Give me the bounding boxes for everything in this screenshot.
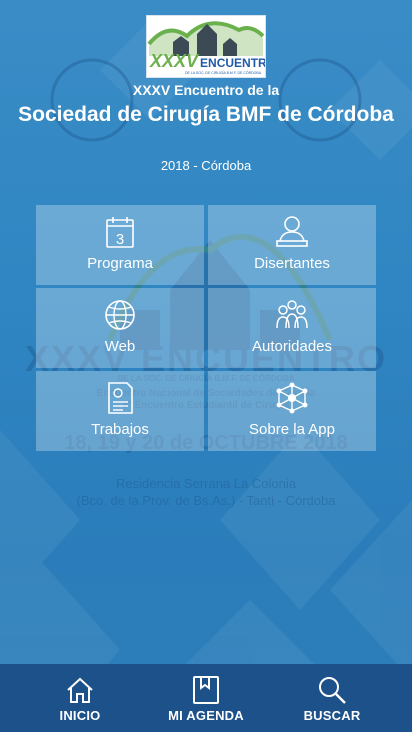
menu-web[interactable]: Web xyxy=(36,288,204,368)
nav-buscar-label: BUSCAR xyxy=(303,708,361,723)
app-screen: XXXV ENCUENTRO DE LA SOC. DE CIRUGÍA B.M… xyxy=(0,0,412,732)
menu-sobre-la-app-label: Sobre la App xyxy=(249,421,335,438)
document-certificate-icon xyxy=(108,382,133,414)
menu-trabajos-label: Trabajos xyxy=(91,421,149,438)
nav-inicio[interactable]: INICIO xyxy=(40,664,120,732)
bottom-navigation-bar: INICIO MI AGENDA BUSCAR xyxy=(0,664,412,732)
menu-disertantes-label: Disertantes xyxy=(254,255,330,272)
search-icon xyxy=(319,677,346,704)
menu-trabajos[interactable]: Trabajos xyxy=(36,371,204,451)
logo-word: ENCUENTRO xyxy=(200,56,266,70)
menu-programa[interactable]: 3 Programa xyxy=(36,205,204,285)
menu-disertantes[interactable]: Disertantes xyxy=(208,205,376,285)
people-group-icon xyxy=(276,300,308,329)
calendar-day-text: 3 xyxy=(116,231,124,248)
logo-tagline: DE LA SOC. DE CIRUGÍA B.M.F. DE CÓRDOBA xyxy=(185,71,262,75)
event-title-small: XXXV Encuentro de la xyxy=(132,82,280,98)
menu-programa-label: Programa xyxy=(87,255,153,272)
menu-autoridades[interactable]: Autoridades xyxy=(208,288,376,368)
network-icon xyxy=(276,382,308,414)
menu-autoridades-label: Autoridades xyxy=(251,338,333,355)
bookmark-book-icon xyxy=(193,676,219,704)
menu-grid: 3 Programa Disertantes Web Autoridades T… xyxy=(36,205,376,451)
calendar-icon: 3 xyxy=(106,217,134,248)
event-subtitle: 2018 - Córdoba xyxy=(160,158,252,173)
watermark-venue-1: Residencia Serrana La Colonia xyxy=(116,476,296,491)
nav-mi-agenda[interactable]: MI AGENDA xyxy=(156,664,256,732)
menu-sobre-la-app[interactable]: Sobre la App xyxy=(208,371,376,451)
nav-inicio-label: INICIO xyxy=(59,708,101,723)
event-logo: XXXV ENCUENTRO DE LA SOC. DE CIRUGÍA B.M… xyxy=(146,15,266,78)
speaker-icon xyxy=(276,216,308,247)
home-icon xyxy=(67,677,93,703)
nav-buscar[interactable]: BUSCAR xyxy=(292,664,372,732)
nav-mi-agenda-label: MI AGENDA xyxy=(168,708,244,723)
logo-numeral: XXXV xyxy=(150,51,199,71)
menu-web-label: Web xyxy=(104,338,136,355)
watermark-venue-2: (Bco. de la Prov. de Bs.As.) - Tanti - C… xyxy=(76,493,336,508)
globe-icon xyxy=(105,300,135,330)
event-title: Sociedad de Cirugía BMF de Córdoba xyxy=(18,103,394,126)
